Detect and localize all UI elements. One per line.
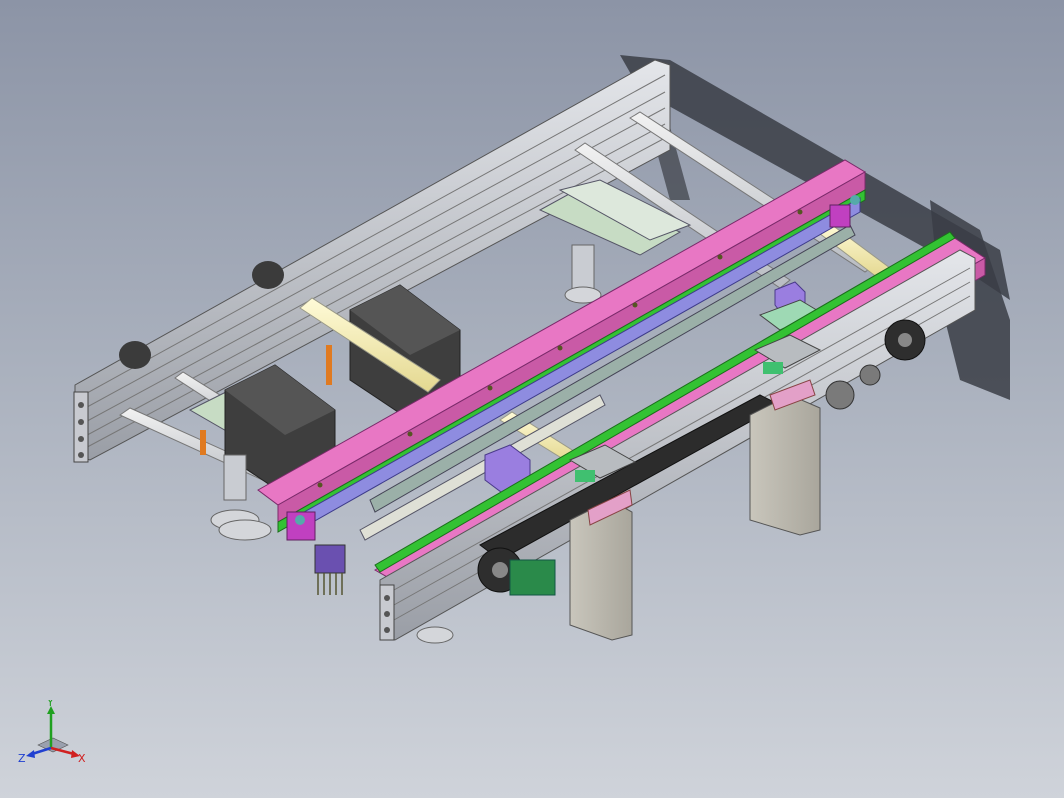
z-axis-line <box>31 746 52 756</box>
x-axis-label: X <box>78 752 86 765</box>
cable-connector <box>314 544 346 595</box>
z-axis-label: Z <box>18 752 26 765</box>
orientation-triad[interactable]: Y X Z <box>18 700 88 772</box>
y-axis-label: Y <box>46 700 54 709</box>
cad-viewport[interactable]: Y X Z <box>0 0 1064 798</box>
conveyor-assembly-model[interactable] <box>0 0 1064 798</box>
